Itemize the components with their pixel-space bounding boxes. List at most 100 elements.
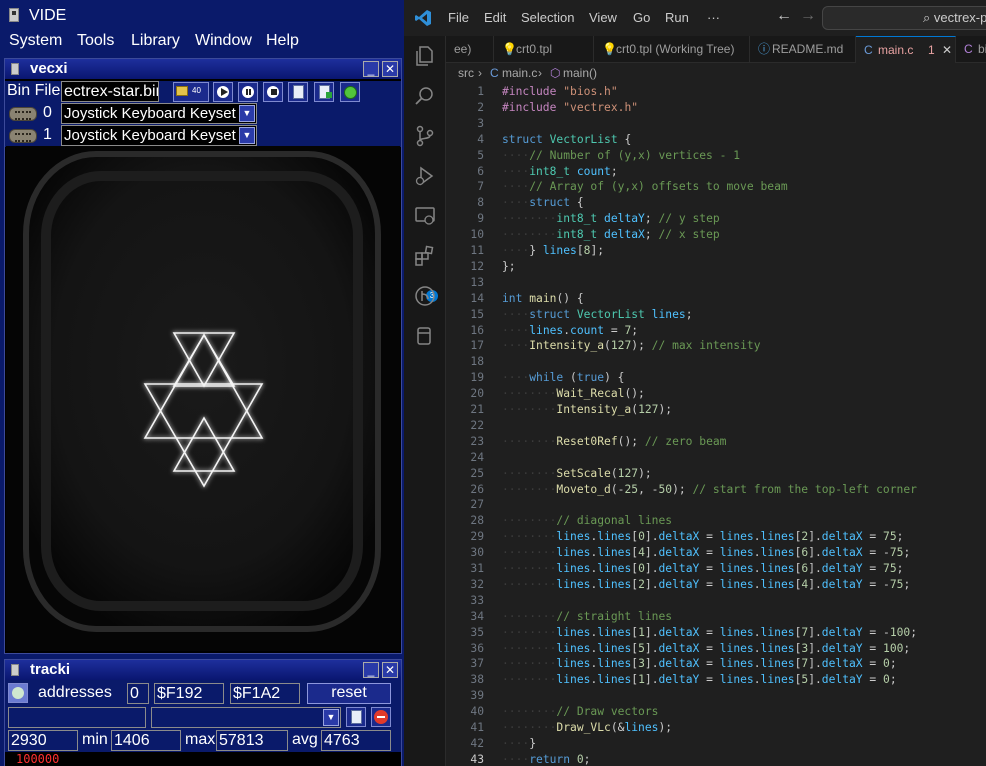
code-line[interactable]: ········lines.lines[3].deltaX = lines.li… bbox=[502, 656, 897, 672]
code-line[interactable]: ····struct { bbox=[502, 195, 584, 211]
joystick-select-0[interactable]: Joystick Keyboard Keyset 0 ▼ bbox=[61, 103, 257, 124]
code-line[interactable]: #include "vectrex.h" bbox=[502, 100, 638, 116]
git-graph-icon[interactable] bbox=[413, 284, 437, 308]
search-icon[interactable] bbox=[413, 84, 437, 108]
address-count-field[interactable]: 0 bbox=[127, 683, 149, 704]
code-line[interactable]: ········lines.lines[4].deltaX = lines.li… bbox=[502, 545, 910, 561]
code-line[interactable]: struct VectorList { bbox=[502, 132, 631, 148]
menu-tools[interactable]: Tools bbox=[77, 32, 114, 50]
breadcrumb-file[interactable]: main.c bbox=[502, 66, 537, 80]
menu-view[interactable]: View bbox=[589, 10, 617, 25]
line-number: 34 bbox=[470, 609, 484, 623]
minimize-button[interactable]: _ bbox=[363, 662, 379, 678]
pause-button[interactable] bbox=[238, 82, 258, 102]
code-line[interactable]: ····while (true) { bbox=[502, 370, 624, 386]
menu-library[interactable]: Library bbox=[131, 32, 180, 50]
database-icon[interactable] bbox=[413, 324, 437, 348]
filter-select[interactable]: ▼ bbox=[151, 707, 341, 728]
code-line[interactable]: int main() { bbox=[502, 291, 584, 307]
code-line[interactable]: ····} lines[8]; bbox=[502, 243, 604, 259]
minimize-button[interactable]: _ bbox=[363, 61, 379, 77]
breadcrumb-src[interactable]: src bbox=[458, 66, 474, 80]
code-line[interactable]: ····lines.count = 7; bbox=[502, 323, 638, 339]
code-line[interactable]: ········lines.lines[2].deltaY = lines.li… bbox=[502, 577, 910, 593]
menu-go[interactable]: Go bbox=[633, 10, 650, 25]
code-line[interactable]: ····Intensity_a(127); // max intensity bbox=[502, 338, 761, 354]
chevron-down-icon[interactable]: ▼ bbox=[239, 127, 255, 144]
close-button[interactable]: ✕ bbox=[382, 61, 398, 77]
code-line[interactable]: }; bbox=[502, 259, 516, 275]
remote-explorer-icon[interactable] bbox=[413, 204, 437, 228]
close-icon[interactable]: ✕ bbox=[942, 37, 952, 63]
menu-help[interactable]: Help bbox=[266, 32, 299, 50]
forward-arrow-icon[interactable]: → bbox=[800, 7, 816, 25]
document-icon[interactable] bbox=[314, 82, 334, 102]
run-debug-icon[interactable] bbox=[413, 164, 437, 188]
code-line[interactable]: ········// Draw vectors bbox=[502, 704, 658, 720]
tab-crt0[interactable]: 💡crt0.tpl bbox=[494, 36, 594, 63]
copy-icon[interactable] bbox=[346, 707, 366, 727]
address-from-field[interactable]: $F192 bbox=[154, 683, 224, 704]
tab-bi[interactable]: Cbi bbox=[956, 36, 986, 63]
code-line[interactable]: ········int8_t deltaX; // x step bbox=[502, 227, 720, 243]
menu-window[interactable]: Window bbox=[195, 32, 252, 50]
tab-main-c[interactable]: Cmain.c 1 ✕ bbox=[856, 36, 956, 63]
tab-crt0-working-tree[interactable]: 💡crt0.tpl (Working Tree) bbox=[594, 36, 750, 63]
menu-selection[interactable]: Selection bbox=[521, 10, 574, 25]
menu-run[interactable]: Run bbox=[665, 10, 689, 25]
code-line[interactable]: ····// Array of (y,x) offsets to move be… bbox=[502, 179, 788, 195]
code-line[interactable]: ········Wait_Recal(); bbox=[502, 386, 645, 402]
extensions-icon[interactable] bbox=[413, 244, 437, 268]
tab-partial[interactable]: ee) bbox=[446, 36, 494, 63]
chevron-down-icon[interactable]: ▼ bbox=[239, 105, 255, 122]
code-editor[interactable]: 1 #include "bios.h" 2 #include "vectrex.h" 3… bbox=[446, 82, 986, 766]
load-bin-button[interactable]: 40 bbox=[173, 82, 209, 102]
code-line[interactable]: ········lines.lines[0].deltaX = lines.li… bbox=[502, 529, 903, 545]
code-line[interactable]: ········int8_t deltaY; // y step bbox=[502, 211, 720, 227]
code-line[interactable]: ········lines.lines[1].deltaX = lines.li… bbox=[502, 625, 917, 641]
code-line[interactable]: ········lines.lines[5].deltaX = lines.li… bbox=[502, 641, 910, 657]
bin-file-input[interactable]: ectrex-star.bin bbox=[61, 81, 159, 102]
address-icon[interactable] bbox=[8, 683, 28, 703]
filter-input[interactable] bbox=[8, 707, 146, 728]
address-to-field[interactable]: $F1A2 bbox=[230, 683, 300, 704]
code-line[interactable]: #include "bios.h" bbox=[502, 84, 618, 100]
code-line[interactable]: ········lines.lines[1].deltaY = lines.li… bbox=[502, 672, 897, 688]
chevron-down-icon[interactable]: ▼ bbox=[323, 709, 339, 726]
code-line[interactable]: ········Moveto_d(-25, -50); // start fro… bbox=[502, 482, 917, 498]
code-line[interactable]: ····return 0; bbox=[502, 752, 590, 766]
menu-more[interactable]: ··· bbox=[707, 10, 720, 25]
code-line[interactable]: ········Reset0Ref(); // zero beam bbox=[502, 434, 726, 450]
emulator-screen[interactable] bbox=[6, 146, 400, 651]
source-control-icon[interactable] bbox=[413, 124, 437, 148]
line-number: 23 bbox=[470, 434, 484, 448]
copy-icon[interactable] bbox=[288, 82, 308, 102]
joystick-select-1[interactable]: Joystick Keyboard Keyset 1 ▼ bbox=[61, 125, 257, 146]
explorer-icon[interactable] bbox=[413, 44, 437, 68]
menu-edit[interactable]: Edit bbox=[484, 10, 506, 25]
back-arrow-icon[interactable]: ← bbox=[776, 7, 792, 25]
stop-button[interactable] bbox=[263, 82, 283, 102]
menu-system[interactable]: System bbox=[9, 32, 62, 50]
menu-file[interactable]: File bbox=[448, 10, 469, 25]
code-line[interactable]: ········// straight lines bbox=[502, 609, 672, 625]
code-line[interactable]: ········Draw_VLc(&lines); bbox=[502, 720, 672, 736]
code-line[interactable]: ········SetScale(127); bbox=[502, 466, 652, 482]
reset-button[interactable]: reset bbox=[307, 683, 391, 704]
command-center-search[interactable]: ⌕ vectrex-p bbox=[822, 6, 986, 30]
code-line[interactable]: ········Intensity_a(127); bbox=[502, 402, 672, 418]
play-button[interactable] bbox=[213, 82, 233, 102]
tab-readme[interactable]: ⓘ README.md bbox=[750, 36, 856, 63]
breadcrumb-symbol[interactable]: main() bbox=[563, 66, 597, 80]
code-line[interactable]: ········lines.lines[0].deltaY = lines.li… bbox=[502, 561, 903, 577]
stop-sign-icon[interactable] bbox=[371, 707, 391, 727]
code-line[interactable]: ········// diagonal lines bbox=[502, 513, 672, 529]
code-line[interactable]: ····} bbox=[502, 736, 536, 752]
code-line[interactable]: ····struct VectorList lines; bbox=[502, 307, 693, 323]
code-line[interactable]: ····int8_t count; bbox=[502, 164, 618, 180]
close-button[interactable]: ✕ bbox=[382, 662, 398, 678]
vecxi-titlebar[interactable]: vecxi _ ✕ bbox=[5, 59, 401, 79]
tracki-titlebar[interactable]: tracki _ ✕ bbox=[5, 660, 401, 680]
code-line[interactable]: ····// Number of (y,x) vertices - 1 bbox=[502, 148, 740, 164]
debug-bug-icon[interactable] bbox=[340, 82, 360, 102]
